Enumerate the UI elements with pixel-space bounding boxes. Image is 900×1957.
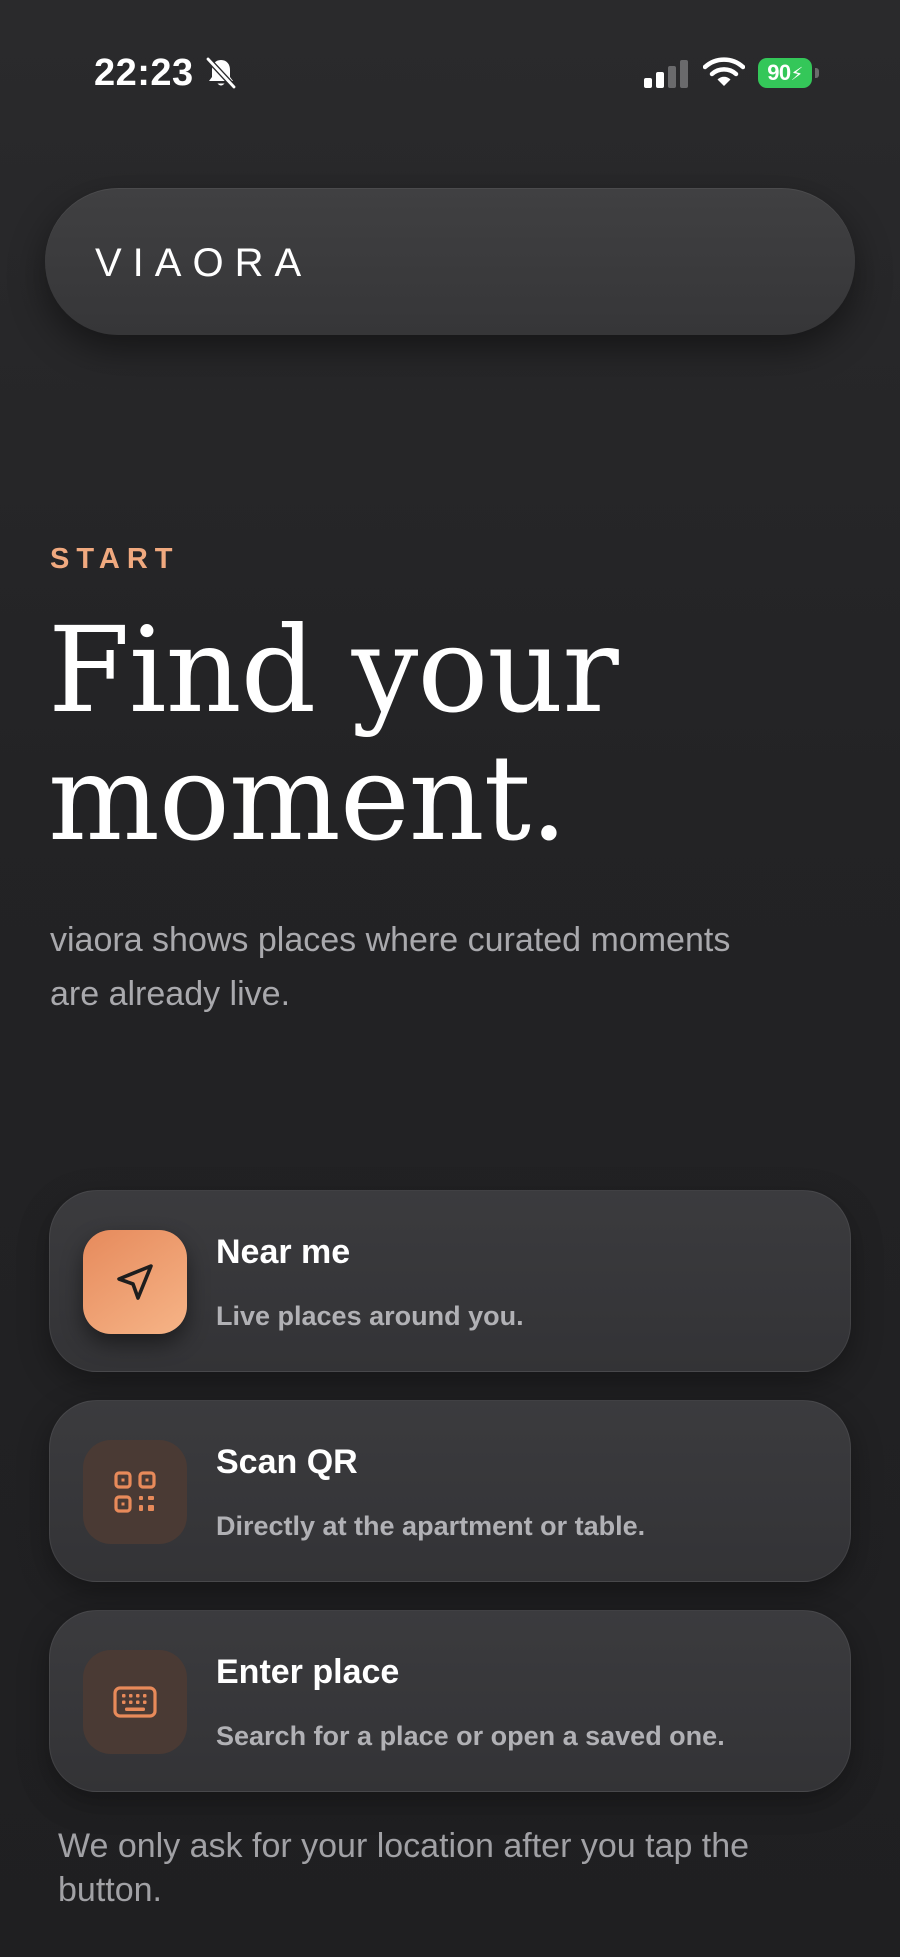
enter-place-button[interactable]: Enter place Search for a place or open a… <box>49 1610 851 1792</box>
status-bar: 22:23 90⚡ <box>0 48 900 98</box>
keyboard-icon <box>113 1686 157 1718</box>
wifi-icon <box>703 57 745 86</box>
scan-qr-description: Directly at the apartment or table. <box>216 1511 646 1541</box>
battery-level: 90⚡ <box>758 58 812 88</box>
battery-charging-icon: 90⚡ <box>758 58 820 88</box>
viaora-logo: VIAORA <box>95 241 312 282</box>
scan-qr-icon-tile <box>83 1440 187 1544</box>
bell-slash-icon <box>205 56 237 90</box>
page-headline: Find your moment. <box>48 606 808 862</box>
near-me-button[interactable]: Near me Live places around you. <box>49 1190 851 1372</box>
qr-code-icon <box>114 1471 156 1513</box>
brand-header: VIAORA <box>45 188 855 335</box>
enter-place-title: Enter place <box>216 1653 400 1691</box>
status-time: 22:23 <box>94 52 194 94</box>
section-eyebrow: START <box>50 543 180 575</box>
near-me-description: Live places around you. <box>216 1301 524 1331</box>
near-me-title: Near me <box>216 1233 351 1271</box>
navigation-arrow-icon <box>117 1264 153 1300</box>
location-permission-note: We only ask for your location after you … <box>58 1827 750 1909</box>
near-me-icon-tile <box>83 1230 187 1334</box>
cellular-signal-icon <box>644 60 688 88</box>
enter-place-icon-tile <box>83 1650 187 1754</box>
headline-line-1: Find your <box>48 601 619 739</box>
headline-line-2: moment. <box>48 729 568 867</box>
battery-cap <box>815 68 819 78</box>
scan-qr-button[interactable]: Scan QR Directly at the apartment or tab… <box>49 1400 851 1582</box>
svg-text:VIAORA: VIAORA <box>95 241 312 282</box>
page-subtitle: viaora shows places where curated moment… <box>50 921 731 1013</box>
enter-place-description: Search for a place or open a saved one. <box>216 1721 725 1751</box>
scan-qr-title: Scan QR <box>216 1443 358 1481</box>
